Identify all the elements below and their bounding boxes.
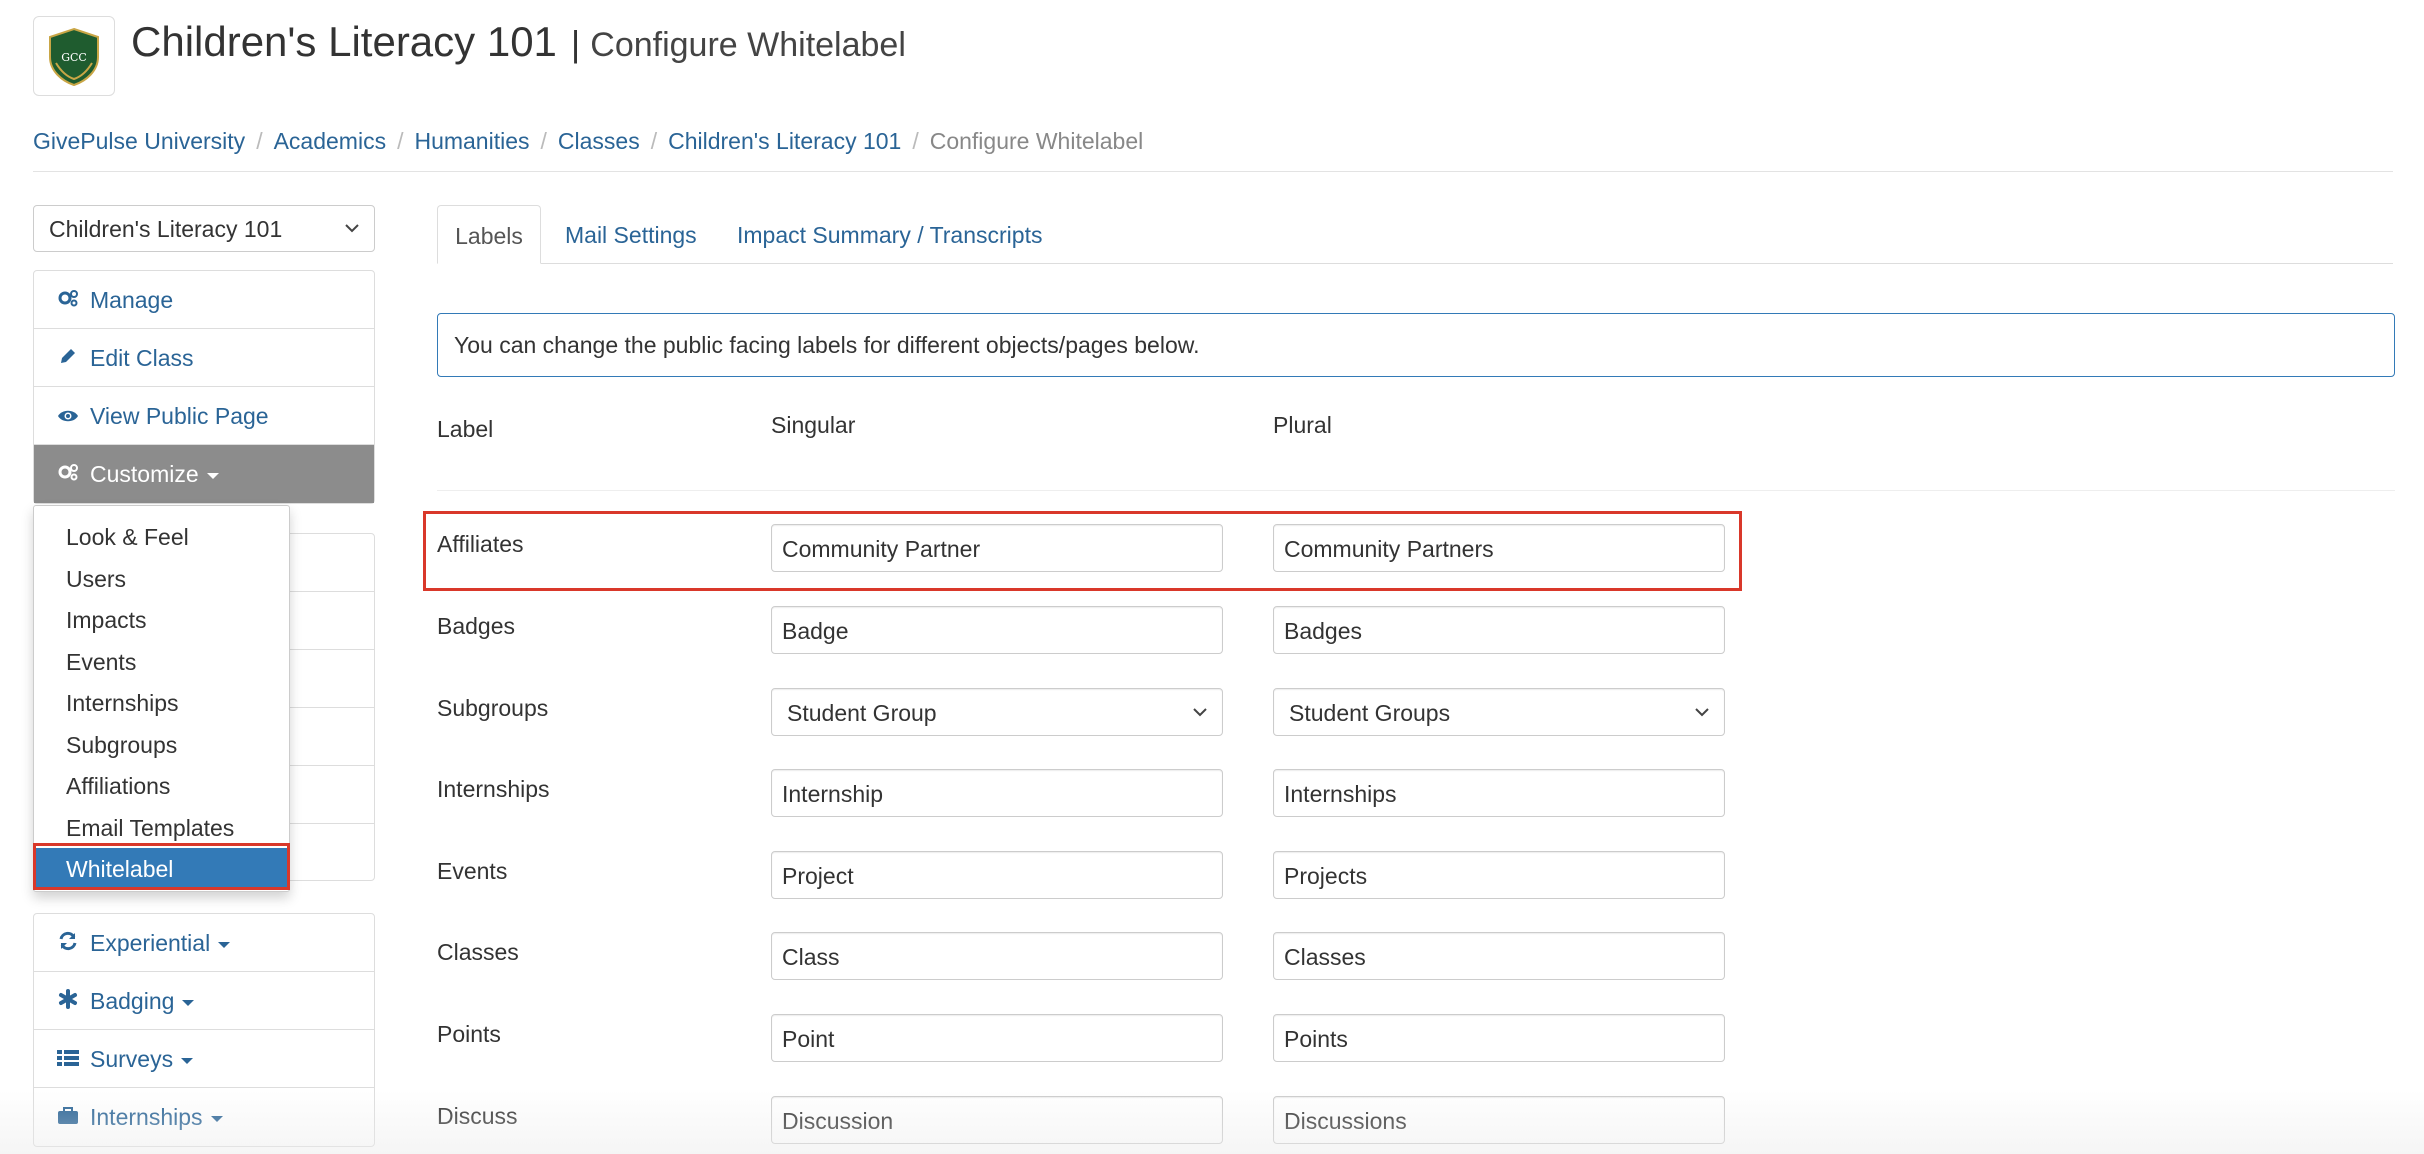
singular-input-events[interactable]: Project [771,851,1223,899]
menu-item-look-and-feel[interactable]: Look & Feel [34,516,289,558]
select-value: Student Group [787,700,937,726]
chevron-down-icon [1695,708,1709,717]
menu-item-subgroups[interactable]: Subgroups [34,724,289,766]
singular-input-classes[interactable]: Class [771,932,1223,980]
menu-item-email-templates[interactable]: Email Templates [34,807,289,849]
singular-select-subgroups[interactable]: Student Group [771,688,1223,736]
menu-item-impacts[interactable]: Impacts [34,599,289,641]
eye-icon [56,403,80,430]
breadcrumb-link-humanities[interactable]: Humanities [414,128,529,154]
tab-impact-summary-transcripts[interactable]: Impact Summary / Transcripts [737,205,1042,264]
singular-input-badges[interactable]: Badge [771,606,1223,654]
sidebar-item-experiential[interactable]: Experiential [34,914,374,972]
sidebar-nav-bottom: Experiential Badging Surveys Internships [33,913,375,1147]
sidebar-item-badging[interactable]: Badging [34,972,374,1030]
sidebar-item-view-public-page[interactable]: View Public Page [34,387,374,445]
sidebar-item-label: View Public Page [90,403,269,429]
caret-down-icon [181,1057,194,1064]
sidebar-item-label: Badging [90,988,175,1014]
customize-dropdown-menu: Look & Feel Users Impacts Events Interns… [33,505,290,892]
chevron-down-icon [1193,708,1207,717]
plural-input-badges[interactable]: Badges [1273,606,1725,654]
svg-text:GCC: GCC [61,51,87,64]
singular-input-points[interactable]: Point [771,1014,1223,1062]
sidebar-item-label: Manage [90,287,174,313]
menu-item-whitelabel[interactable]: Whitelabel [34,848,289,890]
row-label-affiliates: Affiliates [437,531,524,557]
title-separator: | [570,23,581,64]
menu-item-internships[interactable]: Internships [34,682,289,724]
sidebar-item-label: Customize [90,461,199,487]
singular-input-discuss[interactable]: Discussion [771,1096,1223,1144]
sidebar-nav: Manage Edit Class View Public Page Custo… [33,270,375,504]
breadcrumb-current: Configure Whitelabel [929,128,1144,154]
info-alert: You can change the public facing labels … [437,313,2395,377]
row-label-classes: Classes [437,939,519,965]
select-value: Student Groups [1289,700,1451,726]
sidebar-item-label: Experiential [90,930,211,956]
row-label-events: Events [437,858,508,884]
plural-input-discuss[interactable]: Discussions [1273,1096,1725,1144]
class-select[interactable]: Children's Literacy 101 [33,205,375,252]
shield-logo-icon: GCC [49,27,99,87]
divider [437,490,2395,491]
plural-input-affiliates[interactable]: Community Partners [1273,524,1725,572]
briefcase-icon [56,1104,80,1131]
plural-input-internships[interactable]: Internships [1273,769,1725,817]
column-header-plural: Plural [1273,412,1332,438]
menu-item-users[interactable]: Users [34,558,289,600]
breadcrumb-link-academics[interactable]: Academics [274,128,386,154]
sidebar-item-edit-class[interactable]: Edit Class [34,329,374,387]
sidebar-item-internships[interactable]: Internships [34,1088,374,1146]
tab-labels[interactable]: Labels [437,205,541,264]
singular-input-affiliates[interactable]: Community Partner [771,524,1223,572]
row-label-subgroups: Subgroups [437,695,549,721]
sidebar-item-manage[interactable]: Manage [34,271,374,329]
sidebar-item-label: Internships [90,1104,203,1130]
breadcrumb-link-university[interactable]: GivePulse University [33,128,245,154]
plural-input-points[interactable]: Points [1273,1014,1725,1062]
gears-icon [56,287,80,314]
sidebar-item-surveys[interactable]: Surveys [34,1030,374,1088]
page-title: Children's Literacy 101 | Configure Whitel… [131,18,906,66]
row-label-badges: Badges [437,613,516,639]
sidebar-item-label: Surveys [90,1046,174,1072]
row-label-discuss: Discuss [437,1103,518,1129]
menu-item-affiliations[interactable]: Affiliations [34,765,289,807]
breadcrumb-link-classes[interactable]: Classes [558,128,640,154]
caret-down-icon [210,1115,223,1122]
organization-logo[interactable]: GCC [33,16,115,96]
plural-select-subgroups[interactable]: Student Groups [1273,688,1725,736]
class-title: Children's Literacy 101 [131,18,557,65]
class-select-value: Children's Literacy 101 [49,216,283,242]
settings-tabs: Labels Mail Settings Impact Summary / Tr… [437,205,2393,264]
chevron-down-icon [345,224,359,233]
singular-input-internships[interactable]: Internship [771,769,1223,817]
column-header-label: Label [437,416,494,442]
breadcrumb: GivePulse University / Academics / Humanitie… [33,128,1144,154]
plural-input-events[interactable]: Projects [1273,851,1725,899]
breadcrumb-link-class[interactable]: Children's Literacy 101 [668,128,901,154]
row-label-points: Points [437,1021,501,1047]
plural-input-classes[interactable]: Classes [1273,932,1725,980]
caret-down-icon [206,472,219,479]
sidebar-item-label: Edit Class [90,345,194,371]
pencil-icon [56,345,80,372]
row-label-internships: Internships [437,776,550,802]
gears-icon [56,461,80,488]
list-icon [56,1046,80,1073]
divider [33,171,2393,172]
column-header-singular: Singular [771,412,856,438]
page-subtitle: Configure Whitelabel [590,26,906,64]
menu-item-events[interactable]: Events [34,641,289,683]
caret-down-icon [182,999,195,1006]
caret-down-icon [218,941,231,948]
asterisk-icon [56,988,80,1015]
sidebar-item-customize[interactable]: Customize [34,445,374,503]
page-header: GCC Children's Literacy 101 | Configure Wh… [33,16,2403,96]
tab-mail-settings[interactable]: Mail Settings [565,205,697,264]
refresh-icon [56,930,80,957]
